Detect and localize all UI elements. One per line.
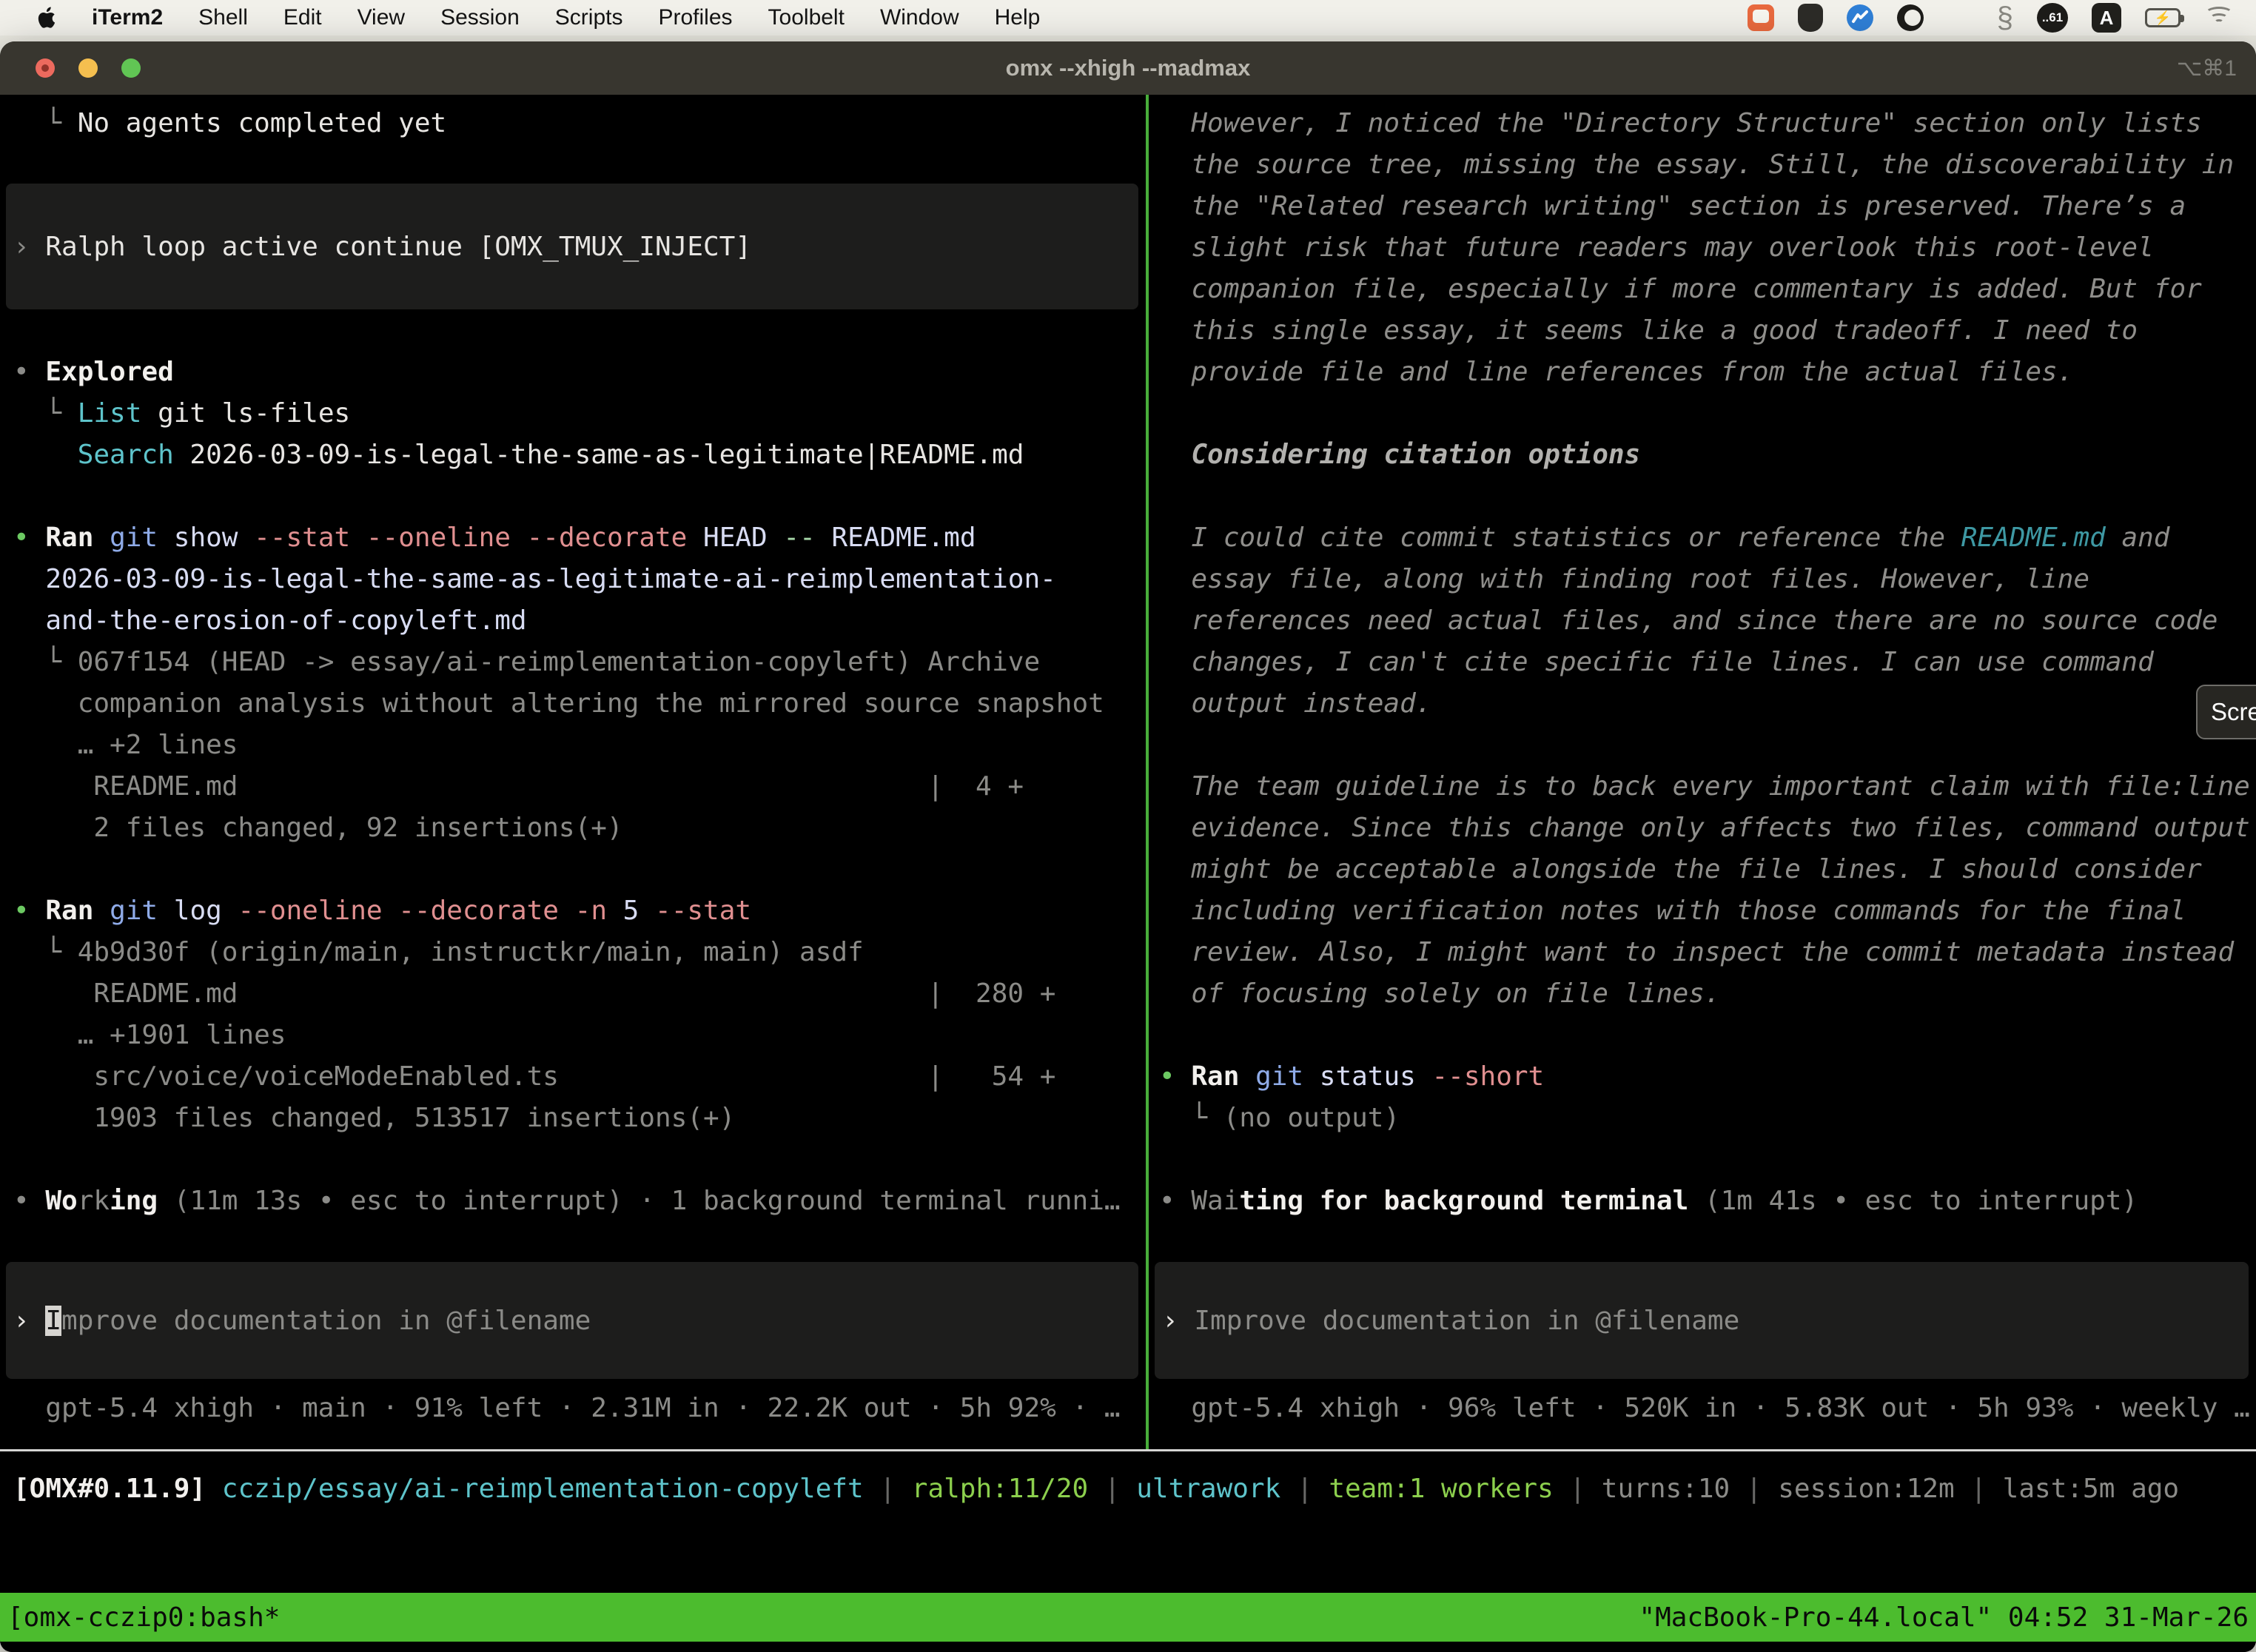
menu-item-profiles[interactable]: Profiles [658, 5, 732, 30]
stats-badge-icon[interactable] [1847, 4, 1873, 31]
menu-item-edit[interactable]: Edit [283, 5, 322, 30]
close-button[interactable] [36, 58, 55, 78]
menu-item-view[interactable]: View [357, 5, 405, 30]
minimize-button[interactable] [78, 58, 98, 78]
terminal-area[interactable]: › Ralph loop active continue [OMX_TMUX_I… [0, 95, 2256, 1652]
left-pane-bottom: › Improve documentation in @filename gpt… [0, 95, 1146, 1593]
menu-item-shell[interactable]: Shell [198, 5, 248, 30]
menu-item-window[interactable]: Window [880, 5, 959, 30]
menu-item-scripts[interactable]: Scripts [555, 5, 623, 30]
battery-icon[interactable]: ⚡ [2145, 8, 2181, 27]
right-pane-bottom: › Improve documentation in @filename gpt… [1149, 95, 2256, 1593]
tmux-host-clock: "MacBook-Pro-44.local" 04:52 31-Mar-26 [1639, 1602, 2249, 1633]
screen-notification[interactable]: Scre [2196, 685, 2256, 739]
macos-menu-bar: iTerm2 Shell Edit View Session Scripts Profil… [0, 0, 2256, 36]
keyboard-shield-icon[interactable] [1798, 4, 1823, 32]
apple-menu-icon[interactable] [37, 7, 59, 29]
a-key-icon[interactable]: A [2092, 3, 2121, 33]
messages-icon[interactable] [1748, 4, 1774, 31]
window-title-bar[interactable]: omx --xhigh --madmax ⌥⌘1 [0, 41, 2256, 95]
traffic-lights [36, 41, 141, 95]
right-model-status-line: gpt-5.4 xhigh · 96% left · 520K in · 5.8… [1149, 1388, 2256, 1429]
window-title: omx --xhigh --madmax [1006, 55, 1251, 81]
window-shortcut-badge: ⌥⌘1 [2177, 41, 2237, 95]
ssh-squiggle-icon[interactable]: § [1997, 3, 2013, 33]
tmux-window-list[interactable]: [omx-cczip0:bash* [7, 1602, 280, 1633]
left-model-status-line: gpt-5.4 xhigh · main · 91% left · 2.31M … [0, 1388, 1146, 1429]
dots-grid-icon[interactable] [1947, 5, 1973, 31]
tmux-status-bar[interactable]: [omx-cczip0:bash* "MacBook-Pro-44.local"… [0, 1593, 2256, 1642]
badge-61-icon[interactable]: ..61 [2037, 3, 2068, 33]
menu-item-help[interactable]: Help [995, 5, 1041, 30]
menu-item-toolbelt[interactable]: Toolbelt [768, 5, 845, 30]
screen-notification-label: Scre [2211, 698, 2256, 726]
status-separator-line [0, 1449, 2256, 1451]
left-prompt-input[interactable]: › Improve documentation in @filename [6, 1262, 1138, 1379]
right-prompt-input[interactable]: › Improve documentation in @filename [1155, 1262, 2249, 1379]
menu-items: Shell Edit View Session Scripts Profiles Toolb… [198, 5, 1040, 30]
crescent-timer-icon[interactable] [1897, 4, 1924, 31]
menu-status-icons: § ..61 A ⚡ [1748, 3, 2234, 33]
iterm2-window: omx --xhigh --madmax ⌥⌘1 › Ralph loop ac… [0, 41, 2256, 1652]
menu-app-name[interactable]: iTerm2 [92, 5, 163, 30]
zoom-button[interactable] [121, 58, 141, 78]
wifi-icon[interactable] [2204, 7, 2234, 29]
menu-item-session[interactable]: Session [440, 5, 520, 30]
omx-status-bar: [OMX#0.11.9] cczip/essay/ai-reimplementa… [0, 1468, 2256, 1510]
